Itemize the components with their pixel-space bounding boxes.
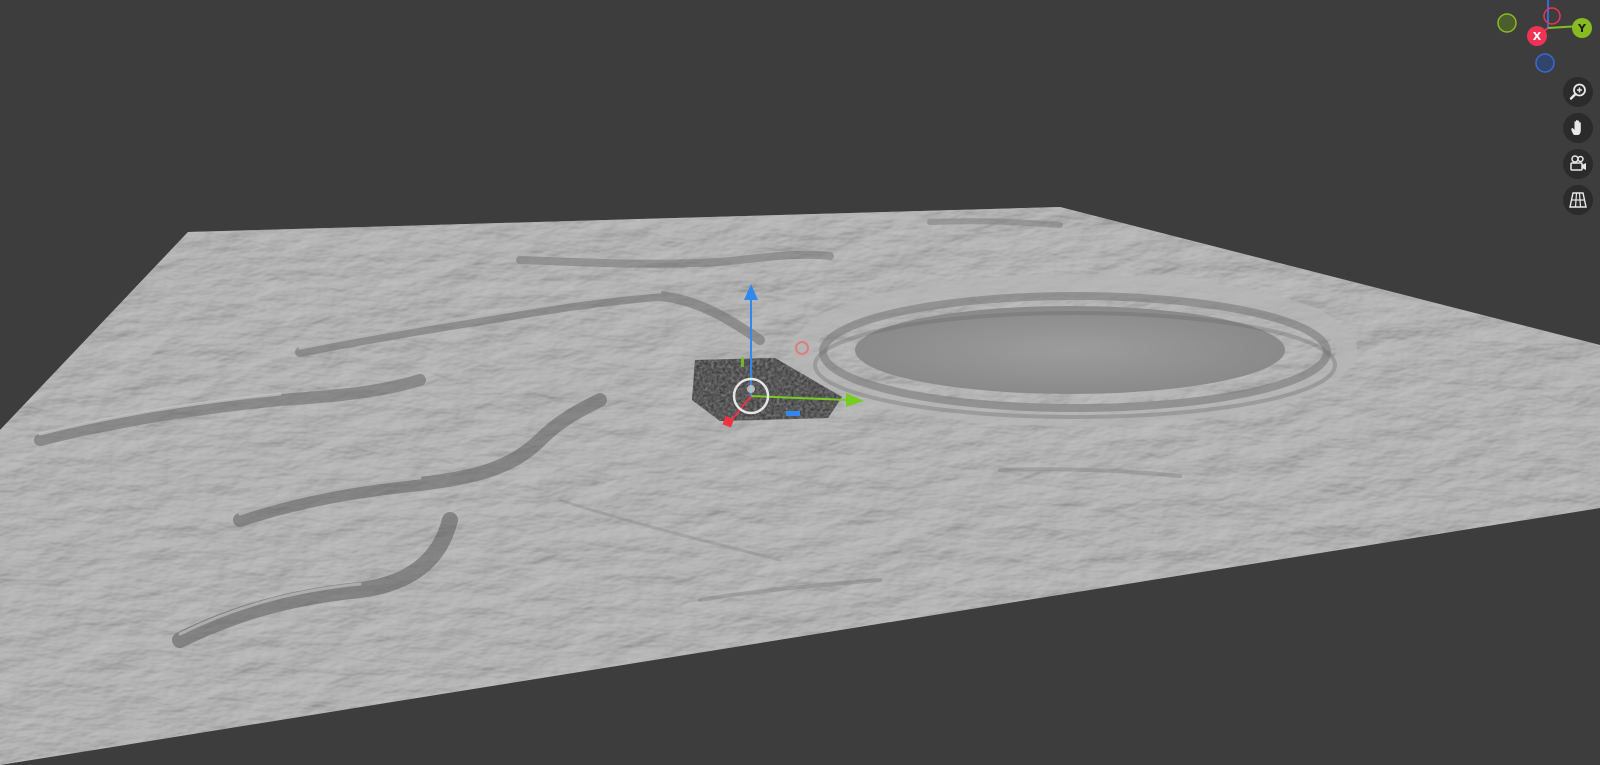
terrain-scene[interactable] [0, 0, 1600, 765]
x-axis-label: X [1533, 30, 1542, 43]
x-axis-handle[interactable]: X [1527, 26, 1547, 46]
navigation-gizmo[interactable]: Y X [1480, 0, 1600, 80]
pan-button[interactable] [1563, 113, 1593, 143]
orthographic-toggle-button[interactable] [1563, 185, 1593, 215]
3d-viewport[interactable]: Y X [0, 0, 1600, 765]
camera-view-button[interactable] [1563, 149, 1593, 179]
zoom-button[interactable] [1563, 77, 1593, 107]
z-plane-handle[interactable] [786, 411, 800, 416]
hand-pan-icon [1571, 120, 1581, 135]
object-origin-point [747, 385, 755, 393]
orthographic-grid-icon [1569, 192, 1587, 208]
negative-z-axis-handle[interactable] [1535, 53, 1555, 73]
navigation-tools [1563, 77, 1597, 221]
terrain-plane-shading [0, 207, 1600, 765]
negative-x-axis-handle[interactable] [1543, 7, 1561, 25]
zoom-icon [1569, 83, 1586, 100]
y-axis-handle[interactable]: Y [1572, 18, 1592, 38]
camera-view-icon [1570, 155, 1586, 171]
negative-y-axis-handle[interactable] [1497, 13, 1517, 33]
y-axis-label: Y [1577, 22, 1587, 35]
